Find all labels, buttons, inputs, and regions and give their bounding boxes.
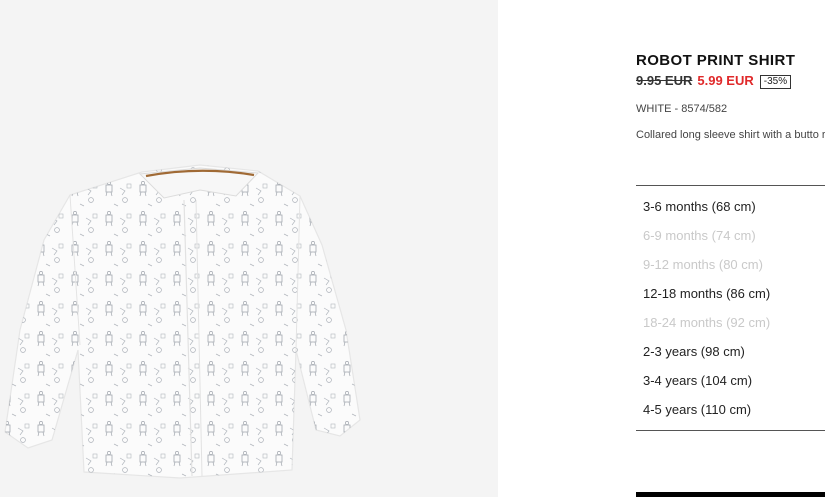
size-option[interactable]: 6-9 months (74 cm) <box>643 224 770 253</box>
product-description: Collared long sleeve shirt with a butto … <box>636 129 825 141</box>
size-option[interactable]: 3-4 years (104 cm) <box>643 369 770 398</box>
product-image[interactable] <box>0 0 498 497</box>
size-option[interactable]: 2-3 years (98 cm) <box>643 340 770 369</box>
size-option[interactable]: 3-6 months (68 cm) <box>643 195 770 224</box>
color-reference: WHITE - 8574/582 <box>636 103 728 115</box>
shirt-illustration <box>4 164 361 479</box>
size-option[interactable]: 4-5 years (110 cm) <box>643 398 770 427</box>
product-title: ROBOT PRINT SHIRT <box>636 52 796 69</box>
size-list: 3-6 months (68 cm) 6-9 months (74 cm) 9-… <box>643 195 770 427</box>
discount-badge: -35% <box>759 75 792 89</box>
divider-top <box>636 185 825 186</box>
sale-price: 5.99 EUR <box>697 73 754 88</box>
add-to-cart-button[interactable] <box>636 492 825 497</box>
old-price: 9.95 EUR <box>636 73 693 88</box>
size-option[interactable]: 18-24 months (92 cm) <box>643 311 770 340</box>
divider-bottom <box>636 430 825 431</box>
product-info-panel: ROBOT PRINT SHIRT 9.95 EUR 5.99 EUR -35% W… <box>636 0 825 497</box>
size-option[interactable]: 9-12 months (80 cm) <box>643 253 770 282</box>
size-option[interactable]: 12-18 months (86 cm) <box>643 282 770 311</box>
price-row: 9.95 EUR 5.99 EUR -35% <box>636 73 792 89</box>
